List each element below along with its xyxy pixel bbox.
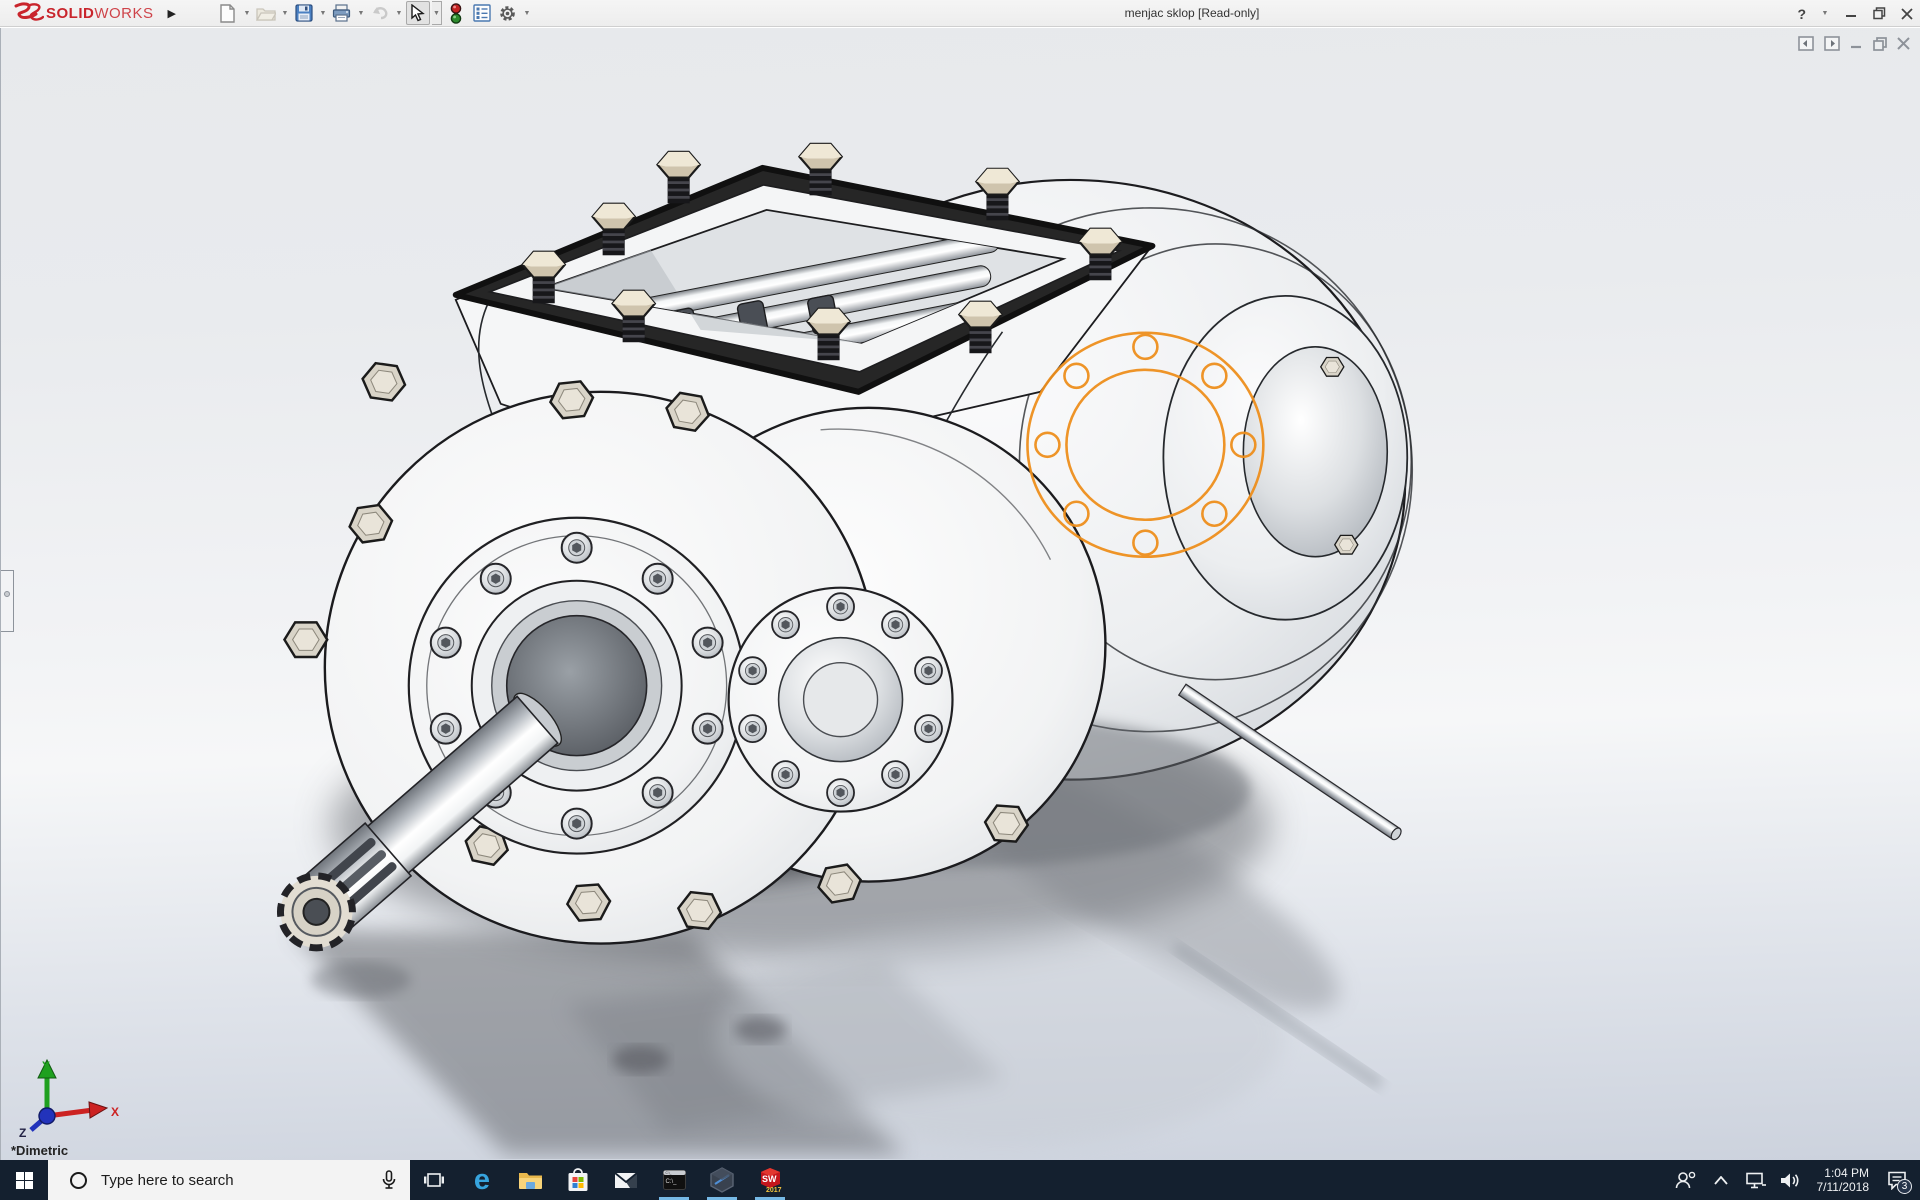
cortana-icon [70, 1171, 87, 1189]
new-document-icon [220, 3, 236, 23]
select-cursor-icon [411, 4, 426, 22]
command-prompt-icon: C:\_ C:\_ [662, 1170, 686, 1190]
help-button[interactable]: ? [1797, 6, 1806, 22]
minimize-icon [1846, 14, 1856, 17]
rebuild-button[interactable] [444, 1, 468, 25]
svg-text:C:\_: C:\_ [665, 1179, 677, 1185]
collapse-left-pane-button[interactable] [1798, 36, 1814, 51]
solidworks-logo: SOLIDWORKS [10, 0, 154, 27]
feature-tree-collapsed-tab[interactable] [1, 570, 14, 632]
taskbar-edge-button[interactable]: e [458, 1160, 506, 1200]
print-icon [333, 4, 351, 22]
triad-z-label: Z [19, 1126, 26, 1138]
collapse-right-pane-button[interactable] [1824, 36, 1840, 51]
doc-minimize-button[interactable] [1850, 37, 1863, 50]
taskbar-hexagon-app-button[interactable] [698, 1160, 746, 1200]
task-view-button[interactable] [410, 1160, 458, 1200]
print-dropdown[interactable]: ▼ [356, 1, 366, 25]
options-button[interactable] [496, 1, 520, 25]
solidworks-2017-icon: SW 2017 [760, 1168, 782, 1194]
file-properties-icon [473, 4, 491, 22]
restore-icon [1872, 7, 1885, 20]
save-dropdown[interactable]: ▼ [318, 1, 328, 25]
windows-taskbar: Type here to search e C:\_ C:\_ SW 2017 … [0, 1160, 1920, 1200]
svg-text:C:\_: C:\_ [665, 1171, 671, 1175]
save-icon [295, 4, 313, 22]
open-button[interactable] [254, 1, 278, 25]
open-icon [255, 8, 276, 21]
brand-text: SOLIDWORKS [46, 4, 154, 22]
model-canvas[interactable] [1, 28, 1920, 1159]
taskbar-solidworks-button[interactable]: SW 2017 [746, 1160, 794, 1200]
new-document-dropdown[interactable]: ▼ [242, 1, 252, 25]
select-dropdown[interactable]: ▼ [431, 1, 442, 25]
people-icon [1675, 1171, 1695, 1189]
restore-button[interactable] [1872, 7, 1886, 21]
edge-icon: e [473, 1164, 491, 1196]
graphics-viewport[interactable]: Y X Z *Dimetric [0, 28, 1920, 1160]
windows-logo-icon [15, 1171, 33, 1189]
svg-text:SW: SW [762, 1174, 777, 1184]
speaker-icon [1781, 1173, 1799, 1187]
view-orientation-label: *Dimetric [11, 1143, 69, 1158]
task-view-icon [424, 1173, 444, 1187]
solidworks-window: SOLIDWORKS ▶ ▼ ▼ ▼ ▼ ▼ ▼ ▼ menjac sklop … [0, 0, 1920, 1200]
bearing-cover[interactable] [727, 586, 954, 813]
triad-y-label: Y [42, 1059, 50, 1073]
title-bar: SOLIDWORKS ▶ ▼ ▼ ▼ ▼ ▼ ▼ ▼ menjac sklop … [0, 0, 1920, 27]
close-button[interactable] [1900, 7, 1914, 21]
new-document-button[interactable] [216, 1, 240, 25]
microphone-icon[interactable] [382, 1170, 396, 1190]
options-gear-icon [500, 5, 516, 21]
hexagon-app-icon [710, 1167, 734, 1193]
taskbar-store-button[interactable] [554, 1160, 602, 1200]
people-button[interactable] [1673, 1171, 1699, 1189]
chevron-up-icon [1713, 1175, 1728, 1185]
orientation-triad: Y X Z [19, 1058, 119, 1138]
svg-text:2017: 2017 [766, 1187, 782, 1194]
help-dropdown[interactable]: ▼ [1820, 2, 1830, 26]
network-button[interactable] [1743, 1172, 1769, 1189]
select-button[interactable] [405, 1, 430, 25]
undo-dropdown[interactable]: ▼ [394, 1, 404, 25]
tray-time: 1:04 PM [1824, 1166, 1869, 1180]
options-dropdown[interactable]: ▼ [522, 1, 532, 25]
taskbar-mail-button[interactable] [602, 1160, 650, 1200]
doc-close-button[interactable] [1897, 37, 1910, 50]
window-controls: ? ▼ [1797, 0, 1914, 27]
menu-expand-button[interactable]: ▶ [168, 7, 176, 20]
document-window-controls [1798, 36, 1910, 51]
tray-clock[interactable]: 1:04 PM 7/11/2018 [1813, 1166, 1874, 1194]
network-icon [1746, 1172, 1766, 1188]
doc-restore-button[interactable] [1873, 36, 1887, 51]
search-placeholder: Type here to search [101, 1171, 234, 1189]
notification-badge: 3 [1897, 1179, 1912, 1194]
tray-date: 7/11/2018 [1816, 1180, 1870, 1194]
taskbar-search-box[interactable]: Type here to search [48, 1160, 410, 1200]
tray-overflow-button[interactable] [1708, 1175, 1734, 1185]
undo-button[interactable] [368, 1, 392, 25]
taskbar-file-explorer-button[interactable] [506, 1160, 554, 1200]
open-dropdown[interactable]: ▼ [280, 1, 290, 25]
print-button[interactable] [330, 1, 354, 25]
save-button[interactable] [292, 1, 316, 25]
close-icon [1901, 7, 1913, 20]
action-center-button[interactable]: 3 [1882, 1160, 1912, 1200]
quick-access-toolbar: ▼ ▼ ▼ ▼ ▼ ▼ ▼ [216, 1, 532, 25]
solidworks-logo-mark [14, 2, 44, 21]
file-explorer-icon [518, 1173, 542, 1189]
document-title: menjac sklop [Read-only] [1124, 6, 1260, 20]
volume-button[interactable] [1778, 1172, 1804, 1189]
start-button[interactable] [0, 1160, 48, 1200]
system-tray: 1:04 PM 7/11/2018 3 [1673, 1160, 1920, 1200]
triad-x-label: X [111, 1105, 119, 1119]
taskbar-command-prompt-button[interactable]: C:\_ C:\_ [650, 1160, 698, 1200]
undo-icon [373, 7, 388, 20]
store-icon [568, 1168, 588, 1191]
rebuild-traffic-light-icon [450, 2, 462, 24]
minimize-button[interactable] [1844, 7, 1858, 21]
mail-icon [614, 1171, 638, 1188]
file-properties-button[interactable] [470, 1, 494, 25]
